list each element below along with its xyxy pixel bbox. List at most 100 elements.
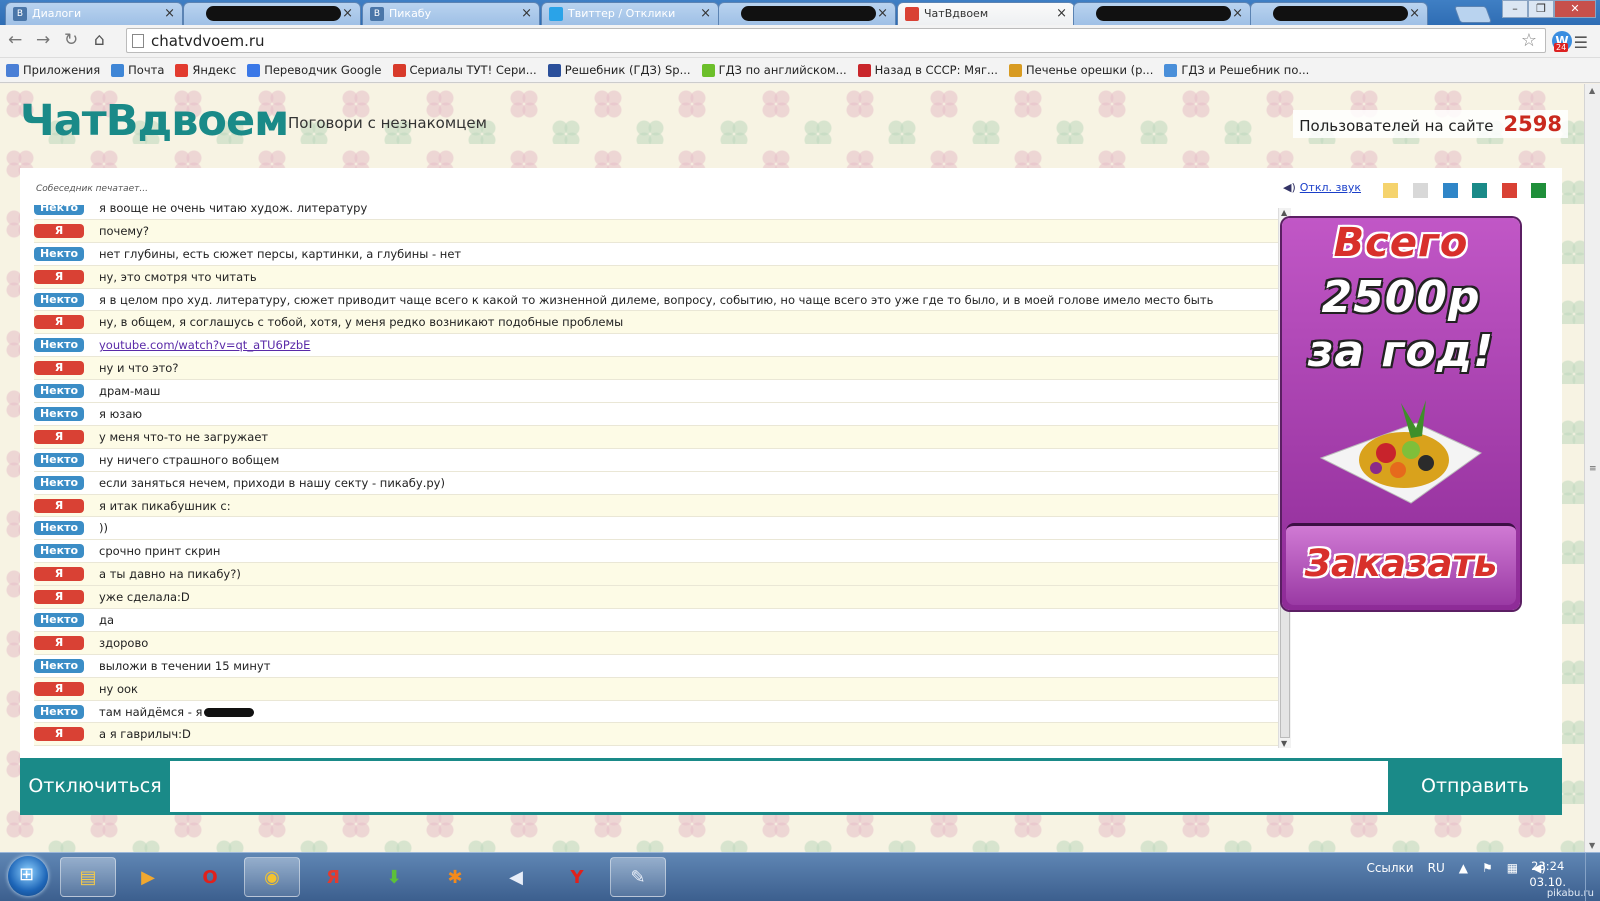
language-indicator[interactable]: RU [1428,861,1445,875]
browser-tab[interactable]: × [1073,2,1251,25]
browser-tab[interactable]: Твиттер / Отклики × [541,2,719,25]
sound-toggle-link[interactable]: Откл. звук [1300,181,1361,194]
tab-close-icon[interactable]: × [521,6,532,21]
bookmark-item[interactable]: Печенье орешки (р... [1008,63,1154,77]
taskbar-app-media-player[interactable]: ▶ [120,857,176,897]
bookmark-item[interactable]: Почта [111,63,164,77]
bookmark-item[interactable]: Переводчик Google [247,63,382,77]
new-tab-button[interactable] [1453,6,1493,23]
show-desktop-button[interactable] [1585,853,1600,901]
bookmark-item[interactable]: Назад в СССР: Мяг... [857,63,998,77]
tab-close-icon[interactable]: × [164,6,175,21]
taskbar-app-volume-app[interactable]: ◀ [488,857,544,897]
taskbar-app-chrome[interactable]: ◉ [244,857,300,897]
send-button[interactable]: Отправить [1388,758,1562,815]
tray-links[interactable]: Ссылки [1366,861,1413,875]
bookmark-label: Печенье орешки (р... [1025,63,1154,77]
tray-expand-icon[interactable]: ▲ [1459,861,1468,875]
sender-badge-me: Я [34,315,84,330]
theme-swatch[interactable] [1502,183,1517,198]
excel-theme-icon[interactable] [1531,183,1546,198]
speaker-icon: ◀) [1283,181,1296,194]
sender-badge-me: Я [34,727,84,742]
page-scroll-down-icon[interactable]: ▼ [1589,841,1595,850]
tab-close-icon[interactable]: × [877,6,888,21]
redacted-tab-title [206,6,341,21]
window-close-button[interactable]: ✕ [1554,0,1596,18]
maximize-button[interactable]: ❐ [1528,0,1554,18]
sender-badge-stranger: Некто [34,292,84,307]
tab-close-icon[interactable]: × [700,6,711,21]
theme-swatch[interactable] [1443,183,1458,198]
online-users-label: Пользователей на сайте [1299,117,1494,135]
address-url[interactable]: chatvdvoem.ru [151,32,265,50]
browser-tab[interactable]: В Диалоги × [5,2,183,25]
chat-message: Яу меня что-то не загружает [34,425,1282,449]
back-arrow-icon[interactable]: ← [8,32,22,49]
bookmark-item[interactable]: Приложения [6,63,100,77]
page-scrollbar[interactable]: ▲ ≡ ▼ [1584,84,1600,852]
bookmark-item[interactable]: Яндекс [175,63,236,77]
chat-message: Некто срочно принт скрин [34,540,1282,564]
system-clock[interactable]: 23:24 03.10. [1529,858,1566,890]
message-input[interactable] [170,761,1388,812]
bookmark-star-icon[interactable]: ☆ [1521,30,1537,51]
sender-badge-stranger: Некто [34,384,84,399]
theme-swatch[interactable] [1383,183,1398,198]
tab-close-icon[interactable]: × [1056,6,1067,21]
page-scroll-up-icon[interactable]: ▲ [1589,86,1595,95]
sender-badge-me: Я [34,429,84,444]
scroll-down-arrow-icon[interactable]: ▼ [1281,739,1287,748]
action-center-flag-icon[interactable]: ⚑ [1482,861,1493,875]
message-link[interactable]: youtube.com/watch?v=qt_aTU6PzbE [99,338,310,352]
theme-swatch[interactable] [1413,183,1428,198]
network-icon[interactable]: ▦ [1507,861,1518,875]
reload-icon[interactable]: ↻ [64,32,78,49]
bookmark-item[interactable]: ГДЗ и Решебник по... [1164,63,1309,77]
browser-tab[interactable]: В Пикабу × [362,2,540,25]
taskbar-app-opera[interactable]: O [182,857,238,897]
sender-badge-stranger: Некто [34,544,84,559]
ad-order-button[interactable]: Заказать [1286,523,1516,605]
redacted-icon [1258,7,1272,21]
taskbar-app-yandex[interactable]: Y [549,857,605,897]
browser-tab[interactable]: × [718,2,896,25]
taskbar-app-explorer[interactable]: ▤ [60,857,116,897]
sender-badge-stranger: Некто [34,475,84,490]
browser-tab-strip: В Диалоги × × В Пикабу × Твиттер / Отклики × × Чат… [0,0,1600,25]
minimize-button[interactable]: – [1502,0,1528,18]
bookmark-item[interactable]: ГДЗ по английском... [701,63,847,77]
tab-title: Диалоги [32,7,82,20]
forward-arrow-icon[interactable]: → [36,32,50,49]
chat-message: Яну, в общем, я соглашусь с тобой, хотя,… [34,311,1282,335]
theme-swatch[interactable] [1472,183,1487,198]
taskbar-app-downloader[interactable]: ⬇ [366,857,422,897]
ad-banner[interactable]: Всего 2500р за год! Заказать [1282,218,1520,610]
taskbar-app-yandex-browser[interactable]: Я [305,857,361,897]
taskbar-app-avast[interactable]: ✱ [427,857,483,897]
chat-message: Яуже сделала:D [34,586,1282,610]
tab-close-icon[interactable]: × [342,6,353,21]
site-logo[interactable]: ЧатВдвоем [20,96,289,146]
scroll-up-arrow-icon[interactable]: ▲ [1281,208,1287,217]
browser-tab[interactable]: ЧатВдвоем × [897,2,1075,25]
start-button[interactable]: ⊞ [8,856,48,896]
tab-close-icon[interactable]: × [1232,6,1243,21]
sound-toggle[interactable]: ◀) Откл. звук [1283,181,1361,194]
bookmark-item[interactable]: Решебник (ГДЗ) Sp... [547,63,691,77]
yandex-icon [175,63,189,77]
bookmark-item[interactable]: Сериалы ТУТ! Сери... [392,63,537,77]
sender-badge-me: Я [34,567,84,582]
tab-close-icon[interactable]: × [1409,6,1420,21]
address-bar[interactable]: chatvdvoem.ru ☆ [126,28,1546,53]
home-icon[interactable]: ⌂ [94,32,105,49]
disconnect-button[interactable]: Отключиться [20,758,170,815]
vk-icon: В [370,7,384,21]
browser-tab[interactable]: × [183,2,361,25]
page-scroll-grip-icon[interactable]: ≡ [1589,464,1597,474]
chat-message: Некто я в целом про худ. литературу, сюже… [34,289,1282,312]
browser-tab[interactable]: × [1250,2,1428,25]
chrome-menu-icon[interactable]: ☰ [1574,33,1588,52]
taskbar-app-paint[interactable]: ✎ [610,857,666,897]
ussr-icon [857,63,871,77]
